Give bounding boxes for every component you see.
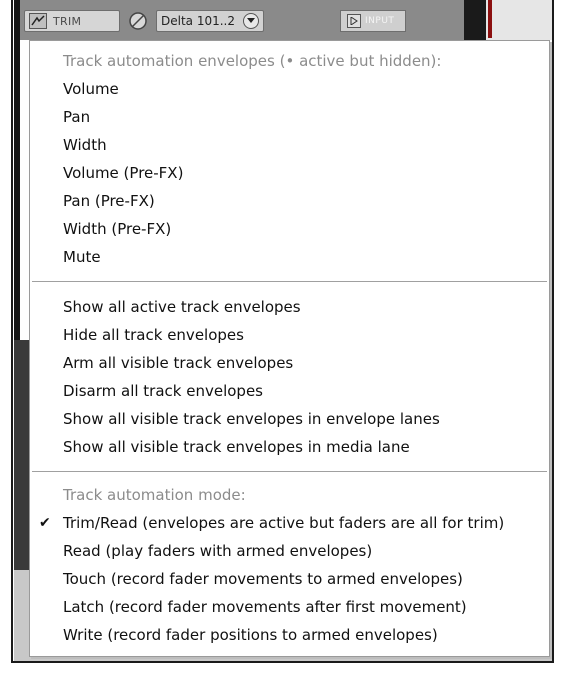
- menu-item-label: Disarm all track envelopes: [63, 382, 263, 400]
- menu-item-mute[interactable]: Mute: [30, 243, 549, 271]
- track-header-toolbar: TRIM Delta 101..2 INPUT: [24, 6, 406, 36]
- track-name-dropdown[interactable]: Delta 101..2: [156, 10, 264, 32]
- mode-section-header: Track automation mode:: [30, 481, 549, 509]
- menu-item-label: Latch (record fader movements after firs…: [63, 598, 467, 616]
- envelope-icon: [29, 13, 47, 29]
- menu-item-label: Arm all visible track envelopes: [63, 354, 294, 372]
- menu-item-label: Pan (Pre-FX): [63, 192, 155, 210]
- input-button[interactable]: INPUT: [340, 10, 406, 32]
- menu-item-label: Mute: [63, 248, 101, 266]
- chevron-down-icon: [243, 13, 259, 29]
- automation-context-menu: Track automation envelopes (• active but…: [29, 40, 550, 657]
- menu-item-label: Pan: [63, 108, 91, 126]
- menu-item-volume[interactable]: Volume: [30, 75, 549, 103]
- phase-icon: [129, 12, 147, 30]
- menu-item-show-in-envelope-lanes[interactable]: Show all visible track envelopes in enve…: [30, 405, 549, 433]
- menu-item-label: Trim/Read (envelopes are active but fade…: [63, 514, 505, 532]
- track-name: Delta 101..2: [161, 14, 235, 28]
- automation-mode-label: TRIM: [53, 14, 82, 28]
- play-icon: [347, 14, 361, 28]
- menu-item-show-active-envelopes[interactable]: Show all active track envelopes: [30, 293, 549, 321]
- checkmark-icon: ✔: [39, 515, 51, 531]
- menu-item-show-in-media-lane[interactable]: Show all visible track envelopes in medi…: [30, 433, 549, 461]
- meter-bar: [464, 0, 486, 40]
- mode-header-text: Track automation mode:: [63, 486, 246, 504]
- menu-item-mode-read[interactable]: Read (play faders with armed envelopes): [30, 537, 549, 565]
- phase-invert-button[interactable]: [126, 9, 150, 33]
- menu-item-mode-write[interactable]: Write (record fader positions to armed e…: [30, 621, 549, 649]
- menu-item-label: Hide all track envelopes: [63, 326, 244, 344]
- menu-item-label: Show all visible track envelopes in enve…: [63, 410, 440, 428]
- menu-item-pan-pre-fx[interactable]: Pan (Pre-FX): [30, 187, 549, 215]
- envelope-button[interactable]: TRIM: [24, 10, 120, 32]
- menu-separator: [32, 281, 547, 283]
- menu-item-width-pre-fx[interactable]: Width (Pre-FX): [30, 215, 549, 243]
- menu-item-mode-latch[interactable]: Latch (record fader movements after firs…: [30, 593, 549, 621]
- menu-item-width[interactable]: Width: [30, 131, 549, 159]
- menu-item-label: Read (play faders with armed envelopes): [63, 542, 373, 560]
- envelopes-header-text: Track automation envelopes (• active but…: [63, 52, 442, 70]
- menu-item-label: Volume (Pre-FX): [63, 164, 184, 182]
- menu-item-label: Width (Pre-FX): [63, 220, 172, 238]
- menu-item-label: Volume: [63, 80, 119, 98]
- menu-item-arm-visible-envelopes[interactable]: Arm all visible track envelopes: [30, 349, 549, 377]
- menu-item-disarm-all-envelopes[interactable]: Disarm all track envelopes: [30, 377, 549, 405]
- menu-item-label: Width: [63, 136, 107, 154]
- menu-item-mode-trim-read[interactable]: ✔ Trim/Read (envelopes are active but fa…: [30, 509, 549, 537]
- menu-item-mode-touch[interactable]: Touch (record fader movements to armed e…: [30, 565, 549, 593]
- input-label: INPUT: [365, 16, 395, 26]
- menu-item-pan[interactable]: Pan: [30, 103, 549, 131]
- menu-item-hide-all-envelopes[interactable]: Hide all track envelopes: [30, 321, 549, 349]
- menu-item-label: Touch (record fader movements to armed e…: [63, 570, 463, 588]
- menu-separator: [32, 471, 547, 473]
- envelopes-section-header: Track automation envelopes (• active but…: [30, 47, 549, 75]
- menu-item-label: Show all visible track envelopes in medi…: [63, 438, 410, 456]
- menu-item-label: Write (record fader positions to armed e…: [63, 626, 438, 644]
- menu-item-volume-pre-fx[interactable]: Volume (Pre-FX): [30, 159, 549, 187]
- menu-item-label: Show all active track envelopes: [63, 298, 301, 316]
- meter-peak-indicator: [488, 0, 492, 38]
